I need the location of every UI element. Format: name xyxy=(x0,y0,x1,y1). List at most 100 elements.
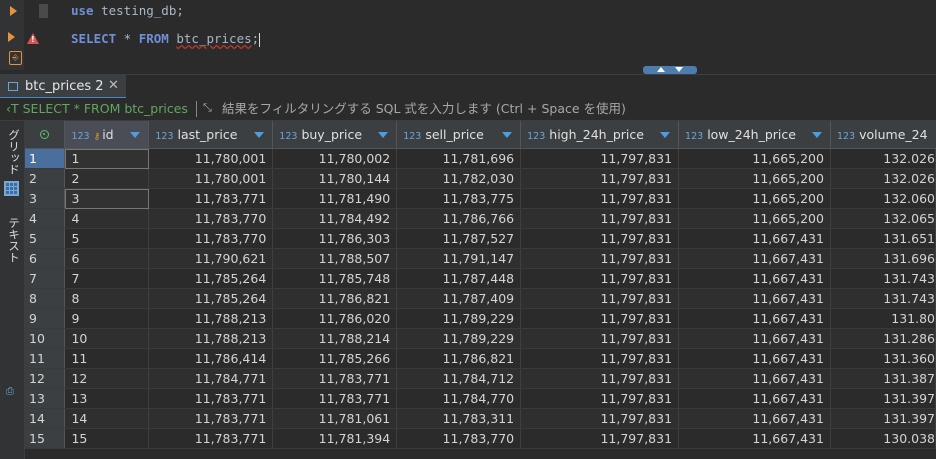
row-number[interactable]: 10 xyxy=(25,328,66,349)
row-number[interactable]: 14 xyxy=(25,408,66,429)
cell-volume-24[interactable]: 132.026 xyxy=(830,168,936,189)
cell-volume-24[interactable]: 132.060 xyxy=(830,188,936,209)
cell-low-24h-price[interactable]: 11,667,431 xyxy=(678,248,831,269)
cell-high-24h-price[interactable]: 11,797,831 xyxy=(520,248,680,269)
row-number[interactable]: 6 xyxy=(25,248,66,269)
cell-volume-24[interactable]: 132.065 xyxy=(830,208,936,229)
cell-high-24h-price[interactable]: 11,797,831 xyxy=(520,228,680,249)
table-row[interactable]: 10 10 11,788,213 11,788,214 11,789,229 11,797… xyxy=(25,328,936,349)
row-number[interactable]: 13 xyxy=(25,388,66,409)
cell-high-24h-price[interactable]: 11,797,831 xyxy=(520,368,680,389)
cell-buy-price[interactable]: 11,783,771 xyxy=(272,388,398,409)
cell-high-24h-price[interactable]: 11,797,831 xyxy=(520,288,680,309)
cell-last-price[interactable]: 11,783,770 xyxy=(148,228,274,249)
cell-buy-price[interactable]: 11,781,061 xyxy=(272,408,398,429)
sql-editor[interactable]: use testing_db; ! SELECT * FROM btc_pric… xyxy=(0,0,936,74)
cell-volume-24[interactable]: 131.651 xyxy=(830,228,936,249)
table-row[interactable]: 2 2 11,780,001 11,780,144 11,782,030 11,797,8… xyxy=(25,168,936,189)
cell-buy-price[interactable]: 11,784,492 xyxy=(272,208,398,229)
cell-high-24h-price[interactable]: 11,797,831 xyxy=(520,348,680,369)
results-grid[interactable]: 123 ⚷ id 123 last_price 123 buy_price 123 sel… xyxy=(25,121,936,459)
cell-volume-24[interactable]: 130.038 xyxy=(830,428,936,449)
table-row[interactable]: 6 6 11,790,621 11,788,507 11,791,147 11,797,8… xyxy=(25,248,936,269)
cell-last-price[interactable]: 11,784,771 xyxy=(148,368,274,389)
table-row[interactable]: 12 12 11,784,771 11,783,771 11,784,712 11,797… xyxy=(25,368,936,389)
row-number[interactable]: 2 xyxy=(25,168,66,189)
cell-buy-price[interactable]: 11,786,821 xyxy=(272,288,398,309)
cell-high-24h-price[interactable]: 11,797,831 xyxy=(520,388,680,409)
tab-text[interactable]: テキスト xyxy=(2,217,22,263)
column-header-sell-price[interactable]: 123 sell_price xyxy=(396,121,522,149)
cell-last-price[interactable]: 11,788,213 xyxy=(148,328,274,349)
cell-low-24h-price[interactable]: 11,665,200 xyxy=(678,208,831,229)
cell-id[interactable]: 14 xyxy=(64,408,150,429)
cell-id[interactable]: 11 xyxy=(64,348,150,369)
cell-low-24h-price[interactable]: 11,667,431 xyxy=(678,408,831,429)
cell-volume-24[interactable]: 131.360 xyxy=(830,348,936,369)
cell-id[interactable]: 5 xyxy=(64,228,150,249)
cell-id[interactable]: 2 xyxy=(64,168,150,189)
cell-low-24h-price[interactable]: 11,667,431 xyxy=(678,328,831,349)
cell-high-24h-price[interactable]: 11,797,831 xyxy=(520,428,680,449)
cell-buy-price[interactable]: 11,780,002 xyxy=(272,148,398,169)
sort-icon[interactable] xyxy=(811,132,822,138)
cell-low-24h-price[interactable]: 11,667,431 xyxy=(678,288,831,309)
cell-last-price[interactable]: 11,783,771 xyxy=(148,388,274,409)
cell-last-price[interactable]: 11,785,264 xyxy=(148,288,274,309)
cell-last-price[interactable]: 11,790,621 xyxy=(148,248,274,269)
cell-volume-24[interactable]: 131.743 xyxy=(830,268,936,289)
cell-volume-24[interactable]: 131.743 xyxy=(830,288,936,309)
cell-sell-price[interactable]: 11,782,030 xyxy=(396,168,522,189)
cell-id[interactable]: 12 xyxy=(64,368,150,389)
cell-buy-price[interactable]: 11,788,507 xyxy=(272,248,398,269)
sort-icon[interactable] xyxy=(502,132,513,138)
cell-low-24h-price[interactable]: 11,667,431 xyxy=(678,428,831,449)
cell-sell-price[interactable]: 11,787,448 xyxy=(396,268,522,289)
expand-icon[interactable]: ⤡ xyxy=(203,101,216,114)
column-header-low-24h-price[interactable]: 123 low_24h_price xyxy=(678,121,831,149)
table-row[interactable]: 3 3 11,783,771 11,781,490 11,783,775 11,797,8… xyxy=(25,188,936,209)
cell-sell-price[interactable]: 11,783,311 xyxy=(396,408,522,429)
cell-id[interactable]: 8 xyxy=(64,288,150,309)
cell-last-price[interactable]: 11,783,771 xyxy=(148,188,274,209)
cell-sell-price[interactable]: 11,781,696 xyxy=(396,148,522,169)
cell-sell-price[interactable]: 11,786,766 xyxy=(396,208,522,229)
cell-buy-price[interactable]: 11,786,020 xyxy=(272,308,398,329)
cell-high-24h-price[interactable]: 11,797,831 xyxy=(520,328,680,349)
sort-icon[interactable] xyxy=(660,132,671,138)
cell-high-24h-price[interactable]: 11,797,831 xyxy=(520,148,680,169)
column-header-volume-24[interactable]: 123 volume_24 xyxy=(830,121,936,149)
table-row[interactable]: 4 4 11,783,770 11,784,492 11,786,766 11,797,8… xyxy=(25,208,936,229)
row-number[interactable]: 3 xyxy=(25,188,66,209)
cell-id[interactable]: 15 xyxy=(64,428,150,449)
cell-high-24h-price[interactable]: 11,797,831 xyxy=(520,408,680,429)
cell-high-24h-price[interactable]: 11,797,831 xyxy=(520,208,680,229)
cell-volume-24[interactable]: 131.397 xyxy=(830,388,936,409)
cell-buy-price[interactable]: 11,785,266 xyxy=(272,348,398,369)
row-number[interactable]: 15 xyxy=(25,428,66,449)
row-number[interactable]: 11 xyxy=(25,348,66,369)
column-header-high-24h-price[interactable]: 123 high_24h_price xyxy=(520,121,680,149)
row-number[interactable]: 5 xyxy=(25,228,66,249)
cell-low-24h-price[interactable]: 11,665,200 xyxy=(678,168,831,189)
cell-buy-price[interactable]: 11,780,144 xyxy=(272,168,398,189)
cell-last-price[interactable]: 11,786,414 xyxy=(148,348,274,369)
cell-last-price[interactable]: 11,780,001 xyxy=(148,148,274,169)
row-number[interactable]: 1 xyxy=(25,148,66,169)
tab-btc-prices-2[interactable]: btc_prices 2 ✕ xyxy=(0,75,126,99)
column-header-buy-price[interactable]: 123 buy_price xyxy=(272,121,398,149)
cell-last-price[interactable]: 11,780,001 xyxy=(148,168,274,189)
table-row[interactable]: 5 5 11,783,770 11,786,303 11,787,527 11,797,8… xyxy=(25,228,936,249)
table-row[interactable]: 13 13 11,783,771 11,783,771 11,784,770 11,797… xyxy=(25,388,936,409)
sort-icon[interactable] xyxy=(130,132,141,138)
row-number[interactable]: 9 xyxy=(25,308,66,329)
cell-id[interactable]: 1 xyxy=(64,148,150,169)
select-all-header[interactable] xyxy=(25,121,66,149)
cell-last-price[interactable]: 11,788,213 xyxy=(148,308,274,329)
cell-sell-price[interactable]: 11,789,229 xyxy=(396,328,522,349)
cell-last-price[interactable]: 11,783,771 xyxy=(148,428,274,449)
run-statement-icon[interactable] xyxy=(8,32,15,42)
cell-high-24h-price[interactable]: 11,797,831 xyxy=(520,188,680,209)
cell-low-24h-price[interactable]: 11,665,200 xyxy=(678,148,831,169)
table-row[interactable]: 14 14 11,783,771 11,781,061 11,783,311 11,797… xyxy=(25,408,936,429)
